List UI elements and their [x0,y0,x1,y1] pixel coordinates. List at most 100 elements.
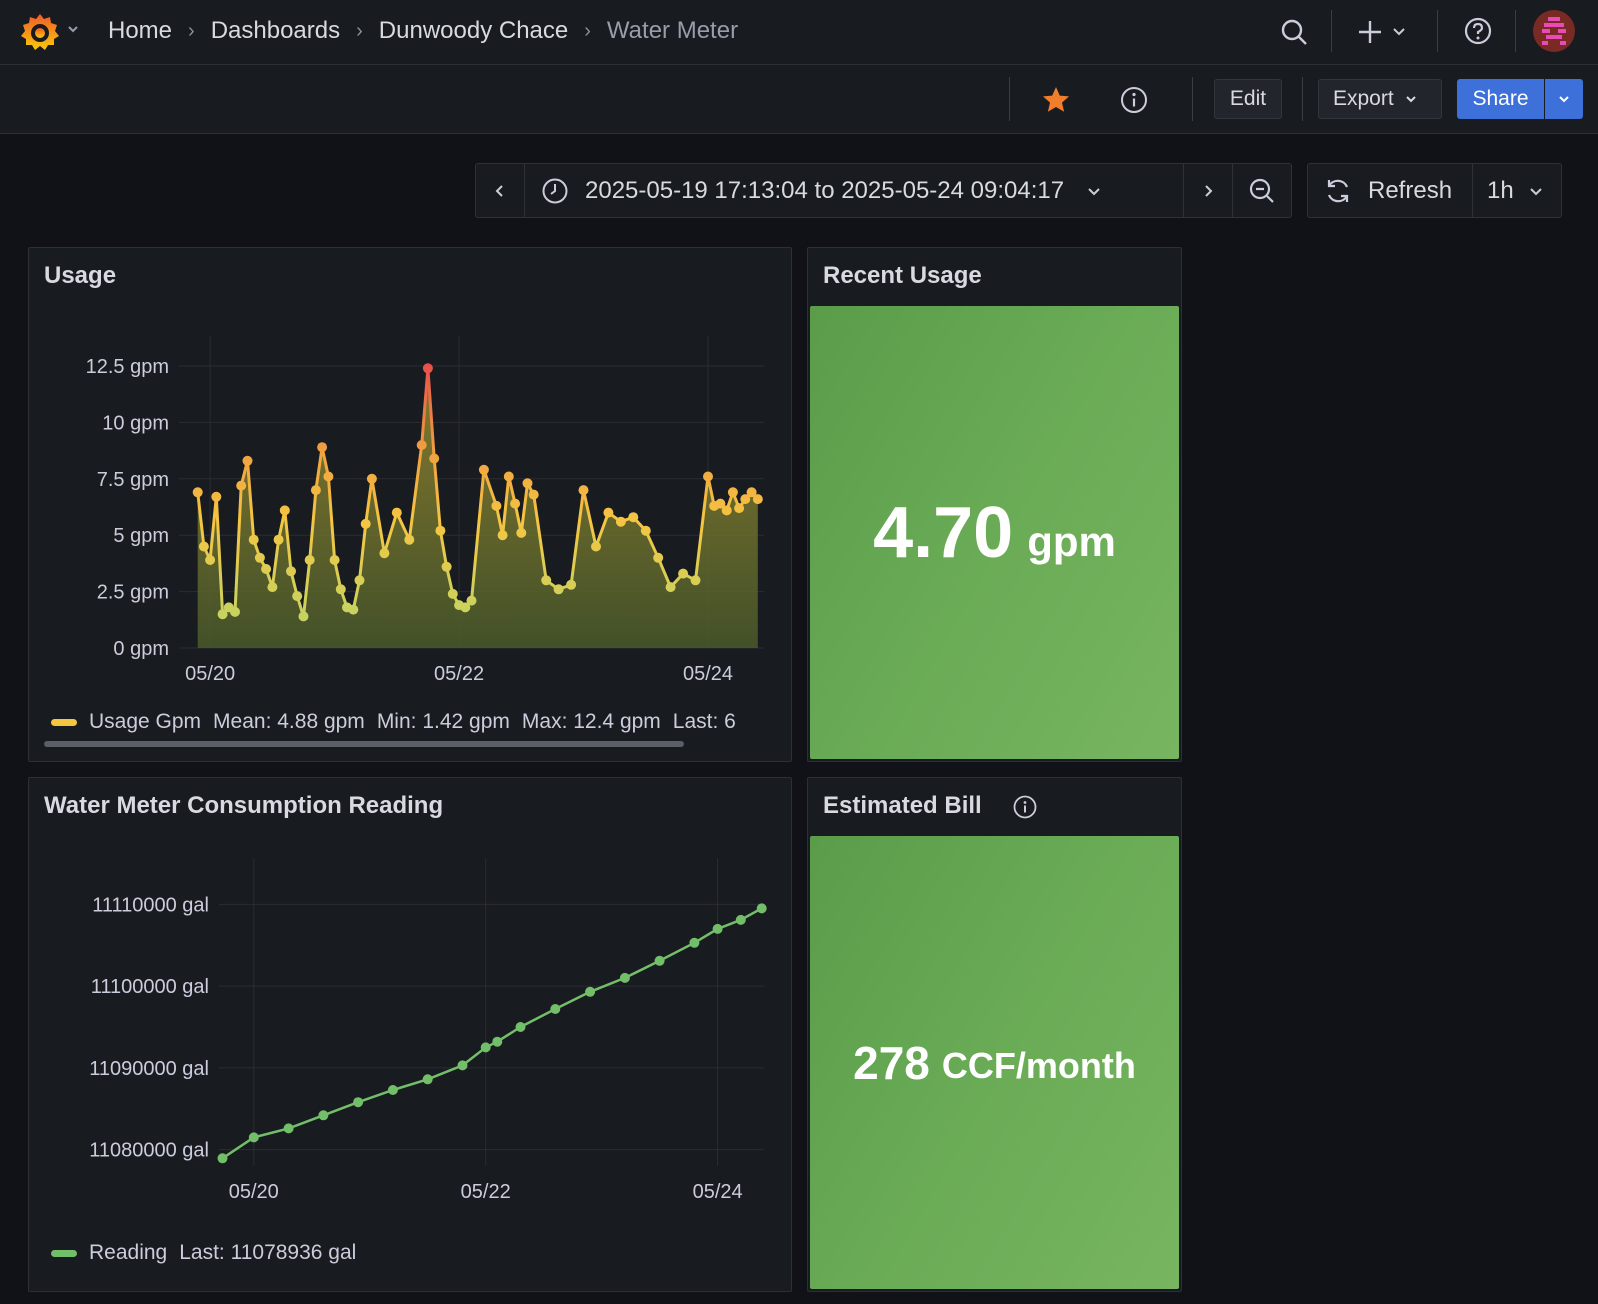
usage-data-point [665,582,676,593]
panel-title: Usage [44,262,117,289]
time-shift-back-button[interactable] [475,163,525,218]
usage-data-point [553,584,564,595]
refresh-interval-value: 1h [1487,176,1514,204]
x-tick-label: 05/20 [185,663,235,685]
divider [1302,77,1303,121]
search-icon[interactable] [1276,14,1312,50]
recent-usage-panel[interactable]: Recent Usage 4.70 gpm [807,247,1182,762]
panel-info-icon[interactable] [1012,794,1038,820]
x-tick-label: 05/20 [229,1181,279,1203]
help-icon[interactable] [1460,13,1496,49]
usage-data-point [721,505,732,516]
usage-panel[interactable]: Usage 0 gpm 2.5 gpm 5 gpm 7.5 gpm 10 gpm 12.5… [28,247,792,762]
refresh-interval-picker[interactable]: 1h [1472,163,1562,218]
y-tick-label: 0 gpm [113,638,169,660]
reading-data-point [756,903,767,914]
reading-data-point [585,986,596,997]
usage-data-point [391,507,402,518]
x-tick-label: 05/24 [693,1181,743,1203]
time-range-picker[interactable]: 2025-05-19 17:13:04 to 2025-05-24 09:04:… [524,163,1184,218]
y-tick-label: 10 gpm [102,412,169,434]
grafana-logo-icon[interactable] [18,10,62,54]
usage-data-point [248,534,259,545]
reading-data-point [422,1074,433,1085]
add-new-button[interactable] [1356,14,1416,50]
breadcrumb-dashboards[interactable]: Dashboards [211,17,340,45]
dashboard-info-icon[interactable] [1116,82,1152,118]
usage-data-point [703,471,713,482]
divider [1437,10,1438,52]
reading-data-point [550,1004,561,1014]
y-tick-label: 11100000 gal [91,976,209,998]
time-shift-forward-button[interactable] [1183,163,1233,218]
usage-timeseries-chart[interactable]: 0 gpm 2.5 gpm 5 gpm 7.5 gpm 10 gpm 12.5 gpm 05… [29,308,791,688]
recent-usage-stat: 4.70 gpm [810,306,1179,759]
star-favorite-icon[interactable] [1038,82,1074,118]
legend-swatch [51,1249,77,1257]
breadcrumb-home[interactable]: Home [108,17,172,45]
reading-data-point [387,1085,398,1095]
usage-data-point [727,487,738,498]
usage-data-point [541,575,552,586]
user-avatar[interactable] [1532,9,1576,53]
divider [1331,10,1332,52]
usage-data-point [466,595,477,606]
zoom-out-button[interactable] [1232,163,1292,218]
reading-data-point [619,972,630,983]
refresh-button[interactable]: Refresh [1307,163,1473,218]
legend-last: Last: 11078936 gal [179,1241,357,1264]
usage-data-point [690,575,701,586]
reading-data-point [480,1042,491,1053]
top-navigation-bar: Home › Dashboards › Dunwoody Chace › Wat… [0,0,1598,65]
usage-data-point [734,503,745,514]
legend-horizontal-scrollbar[interactable] [44,741,684,747]
usage-data-point [404,534,415,545]
usage-data-point [348,604,359,615]
edit-button[interactable]: Edit [1214,79,1282,119]
usage-data-point [192,487,203,498]
share-button[interactable]: Share [1457,79,1544,119]
usage-data-point [366,473,377,484]
breadcrumb-current-dashboard: Water Meter [606,17,739,44]
usage-data-point [653,552,664,563]
chevron-down-icon[interactable] [66,22,80,36]
usage-data-point [497,530,508,541]
divider [1009,77,1010,121]
y-tick-label: 5 gpm [113,525,169,547]
legend-mean: Mean: 4.88 gpm [213,710,365,733]
breadcrumb-folder[interactable]: Dunwoody Chace [379,17,568,45]
chevron-right-icon [1205,184,1213,197]
chevron-left-icon [495,184,503,197]
usage-data-point [273,534,284,545]
usage-data-point [441,561,452,572]
panel-title: Estimated Bill [823,792,982,819]
reading-series-line [221,907,763,1160]
usage-data-point [304,555,315,565]
usage-data-point [416,440,427,450]
chevron-down-icon [1559,96,1569,103]
usage-data-point [205,555,216,565]
legend-series-name[interactable]: Reading [89,1241,167,1264]
breadcrumb-separator: › [584,19,591,42]
legend-swatch [51,718,77,726]
breadcrumb-separator: › [356,19,363,42]
legend-series-name[interactable]: Usage Gpm [89,710,201,733]
refresh-label: Refresh [1368,176,1453,204]
estimated-bill-panel[interactable]: Estimated Bill 278 CCF/month [807,777,1182,1292]
reading-data-point [353,1097,364,1108]
usage-data-point [516,527,527,538]
legend-last: Last: 6 [672,710,736,733]
estimated-bill-stat: 278 CCF/month [810,836,1179,1289]
export-button[interactable]: Export [1318,79,1442,119]
usage-data-point [261,564,272,574]
share-dropdown-button[interactable] [1545,79,1583,119]
y-tick-label: 7.5 gpm [97,469,169,491]
water-meter-reading-panel[interactable]: Water Meter Consumption Reading 11080000… [28,777,792,1292]
usage-data-point [354,575,365,586]
y-tick-label: 11080000 gal [89,1140,209,1162]
reading-data-point [492,1036,503,1047]
usage-data-point [310,485,321,496]
reading-timeseries-chart[interactable]: 11080000 gal 11090000 gal 11100000 gal 1111… [29,838,791,1218]
usage-data-point [603,507,614,518]
reading-data-point [654,955,665,966]
